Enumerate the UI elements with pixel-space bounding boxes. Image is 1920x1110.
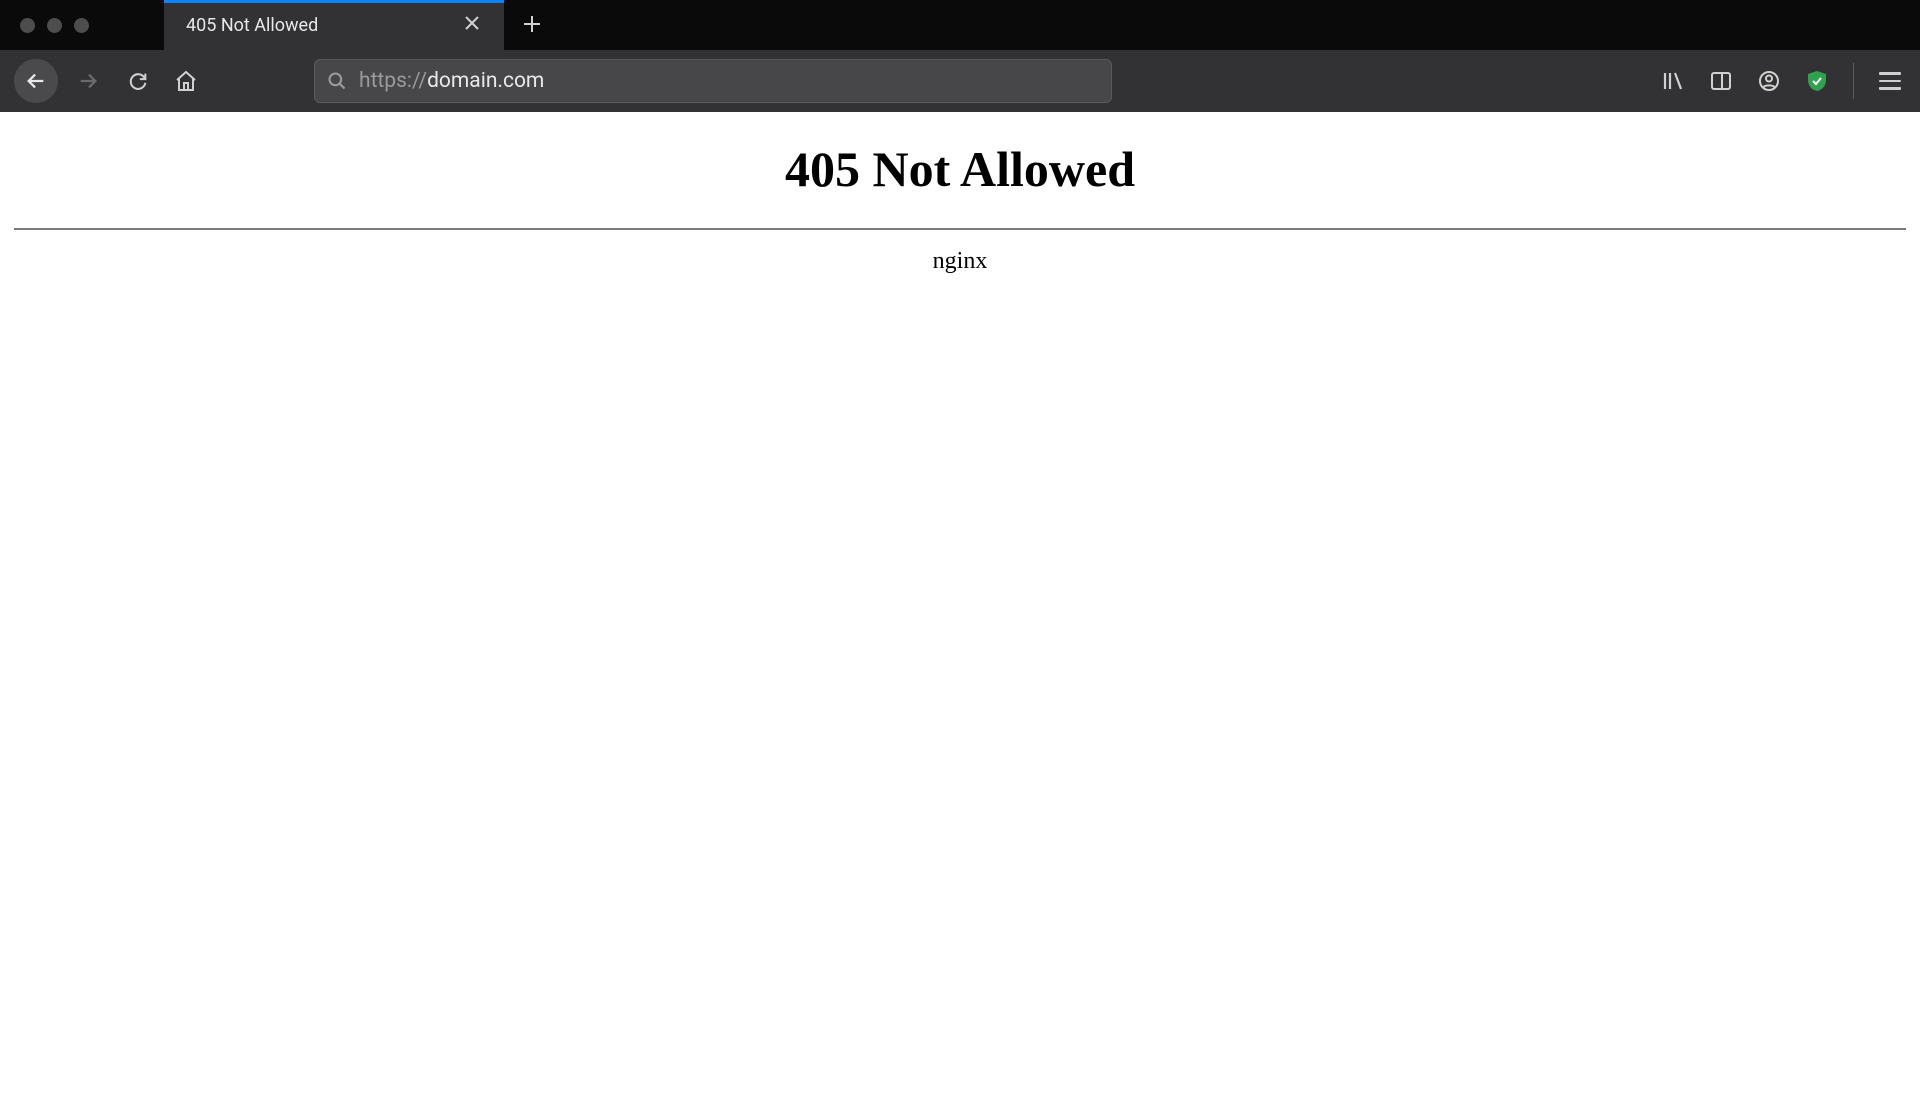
window-close-dot[interactable] xyxy=(20,18,35,33)
address-bar[interactable]: https://domain.com xyxy=(314,59,1112,103)
error-heading: 405 Not Allowed xyxy=(0,140,1920,198)
hamburger-icon xyxy=(1879,72,1901,90)
window-controls xyxy=(0,0,109,50)
browser-chrome: 405 Not Allowed https://domain.com xyxy=(0,0,1920,112)
tab-close-button[interactable] xyxy=(458,14,486,36)
account-button[interactable] xyxy=(1753,65,1785,97)
window-minimize-dot[interactable] xyxy=(47,18,62,33)
shield-check-icon xyxy=(1805,69,1829,93)
toolbar-right-icons xyxy=(1657,63,1906,99)
navigation-toolbar: https://domain.com xyxy=(0,50,1920,112)
arrow-left-icon xyxy=(25,70,47,92)
url-display: https://domain.com xyxy=(359,69,544,93)
window-maximize-dot[interactable] xyxy=(74,18,89,33)
server-signature: nginx xyxy=(0,248,1920,275)
reload-icon xyxy=(127,70,149,92)
active-tab[interactable]: 405 Not Allowed xyxy=(164,0,504,50)
arrow-right-icon xyxy=(77,70,99,92)
sidebar-button[interactable] xyxy=(1705,65,1737,97)
toolbar-separator xyxy=(1853,63,1854,99)
back-button[interactable] xyxy=(14,59,58,103)
protection-button[interactable] xyxy=(1801,65,1833,97)
home-icon xyxy=(174,69,198,93)
url-host: domain.com xyxy=(427,69,544,93)
url-protocol: https:// xyxy=(359,69,427,93)
sidebar-icon xyxy=(1709,69,1733,93)
close-icon xyxy=(464,15,480,31)
home-button[interactable] xyxy=(166,61,206,101)
page-content: 405 Not Allowed nginx xyxy=(0,112,1920,275)
library-icon xyxy=(1661,69,1685,93)
search-icon xyxy=(327,71,347,91)
account-icon xyxy=(1757,69,1781,93)
menu-button[interactable] xyxy=(1874,65,1906,97)
plus-icon xyxy=(522,14,542,34)
tab-active-indicator xyxy=(164,0,504,3)
horizontal-rule xyxy=(14,228,1906,230)
library-button[interactable] xyxy=(1657,65,1689,97)
new-tab-button[interactable] xyxy=(504,11,560,39)
forward-button[interactable] xyxy=(66,59,110,103)
tab-title: 405 Not Allowed xyxy=(186,15,458,36)
reload-button[interactable] xyxy=(118,61,158,101)
tab-strip: 405 Not Allowed xyxy=(0,0,1920,50)
